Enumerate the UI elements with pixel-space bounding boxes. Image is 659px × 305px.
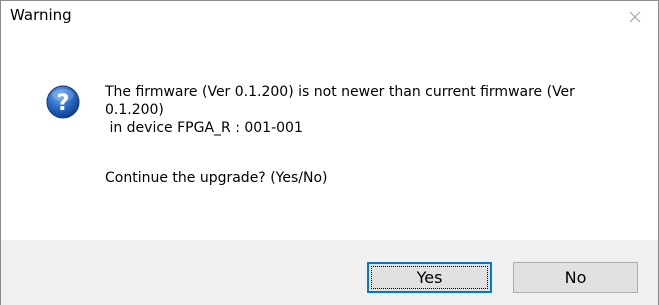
title-bar[interactable]: Warning bbox=[1, 1, 658, 33]
warning-dialog: Warning ? The firmware (Ver 0.1.200) is … bbox=[0, 0, 659, 305]
message-line: 0.1.200) bbox=[105, 102, 164, 118]
message-area: ? The firmware (Ver 0.1.200) is not newe… bbox=[1, 33, 658, 240]
no-button-label: No bbox=[564, 268, 587, 287]
window-title: Warning bbox=[10, 6, 72, 24]
focus-rectangle bbox=[371, 266, 488, 289]
svg-text:?: ? bbox=[57, 91, 70, 116]
close-button[interactable] bbox=[612, 1, 658, 33]
no-button[interactable]: No bbox=[513, 262, 638, 293]
message-text: The firmware (Ver 0.1.200) is not newer … bbox=[105, 83, 635, 137]
yes-button[interactable]: Yes bbox=[367, 262, 492, 293]
message-line: The firmware (Ver 0.1.200) is not newer … bbox=[105, 84, 575, 100]
button-bar: Yes No bbox=[1, 240, 658, 305]
question-text: Continue the upgrade? (Yes/No) bbox=[105, 170, 328, 186]
message-line: in device FPGA_R : 001-001 bbox=[105, 120, 303, 136]
close-icon bbox=[629, 11, 641, 23]
question-icon: ? bbox=[46, 85, 80, 119]
